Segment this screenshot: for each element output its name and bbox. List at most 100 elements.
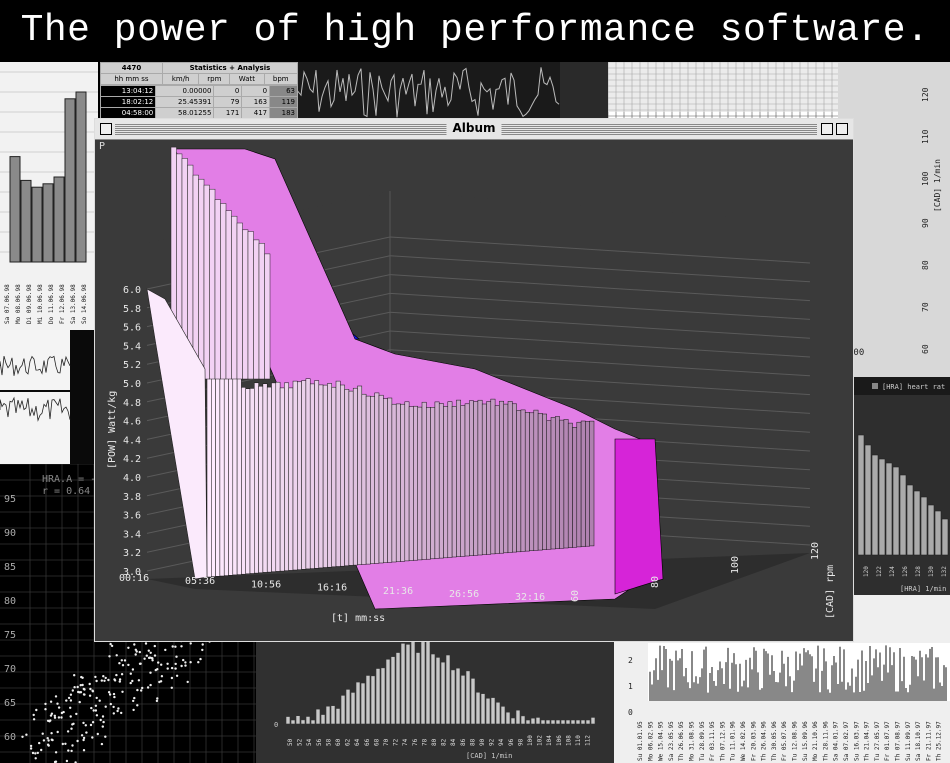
br-label: Th 07.08.97: [895, 721, 902, 761]
right-histogram: [HRA] heart rat 120 122 124 126 128 130 132 [H…: [854, 377, 950, 593]
album-ztick: 100: [730, 556, 741, 574]
album-xtick: 26:56: [449, 589, 479, 600]
bottom-hist-bar: [515, 709, 521, 725]
bottom-hist-bar: [385, 658, 391, 725]
bottom-hist-label: 94: [498, 738, 505, 746]
left-bar: [42, 183, 54, 263]
surface-strip: [550, 417, 556, 550]
surface-strip: [451, 406, 457, 558]
stats-cell: 163: [241, 96, 271, 108]
bottom-hist-label: 52: [297, 738, 304, 746]
right-hist-label: 128: [915, 566, 922, 577]
scatter-point: [121, 664, 125, 667]
surface-strip: [563, 419, 569, 549]
bottom-hist-bar: [560, 719, 566, 725]
album-xlabel: [t] mm:ss: [331, 613, 385, 624]
left-waveform-panel: [0, 330, 98, 464]
bottom-hist-bar: [360, 682, 366, 725]
surface-strip: [275, 381, 281, 572]
scatter-point: [79, 691, 83, 694]
scatter-point: [54, 751, 58, 754]
surface-strip: [370, 396, 375, 564]
album-ytick: 3.8: [123, 492, 141, 503]
br-label: Fr 03.11.95: [709, 721, 716, 761]
scatter-annotation-2: r = 0.64: [42, 486, 90, 497]
album-titlebar[interactable]: Album: [95, 119, 853, 140]
br-label: Fr 20.03.96: [750, 721, 757, 761]
scatter-point: [46, 743, 50, 746]
scatter-point: [56, 702, 59, 705]
surface-strip: [430, 407, 436, 560]
scatter-point: [51, 738, 54, 742]
br-label: Sa 23.05.95: [668, 721, 675, 761]
right-hist-bar: [892, 466, 900, 556]
scatter-point: [89, 687, 92, 691]
scatter-point: [101, 715, 105, 718]
scatter-point: [116, 709, 119, 713]
bottom-hist-bar: [350, 692, 356, 725]
surface-strip: [443, 406, 449, 559]
scatter-point: [75, 712, 78, 716]
scatter-point: [84, 724, 88, 727]
scatter-point: [49, 700, 53, 703]
scatter-point: [95, 696, 98, 700]
scatter-ytick: 75: [4, 630, 16, 641]
scatter-point: [131, 679, 134, 683]
scatter-point: [157, 661, 160, 664]
surface-strip: [365, 395, 371, 565]
scatter-point: [29, 744, 33, 748]
scatter-point: [139, 662, 142, 665]
zoom-box-icon[interactable]: [821, 123, 833, 135]
scatter-point: [66, 730, 70, 733]
br-label: Tu 12.08.96: [792, 721, 799, 761]
stats-cell: 119: [269, 96, 298, 108]
close-box-icon[interactable]: [100, 123, 112, 135]
right-hist-bar: [934, 510, 942, 556]
scatter-point: [133, 643, 136, 646]
right-hist-bar: [857, 434, 865, 556]
scatter-point: [129, 681, 132, 685]
bottom-hist-bar: [465, 670, 471, 725]
scatter-point: [171, 645, 174, 648]
bottom-hist-label: 86: [460, 738, 467, 746]
surface-strip: [387, 397, 393, 563]
left-bar-label: Sa 07.06.98: [4, 284, 11, 324]
br-label: Sa 04.01.97: [833, 721, 840, 761]
bottom-hist-bar: [525, 719, 531, 725]
right-hist-label: 126: [902, 566, 909, 577]
surface-strip: [567, 422, 573, 548]
surface-strip: [352, 387, 358, 566]
bottom-hist-bar: [535, 717, 541, 725]
scatter-point: [201, 643, 204, 646]
scatter-point: [113, 678, 116, 681]
scatter-point: [82, 687, 86, 691]
scatter-point: [170, 686, 173, 689]
scatter-point: [71, 723, 74, 726]
stats-id: 4470: [100, 62, 163, 74]
surface-strip: [258, 385, 264, 574]
scatter-point: [112, 705, 115, 709]
surface-strip: [301, 380, 307, 570]
collapse-box-icon[interactable]: [836, 123, 848, 135]
bottom-hist-label: 70: [383, 738, 390, 746]
stats-cell: 13:04:12: [99, 85, 157, 97]
bottom-histogram: 0 50 52 54 56 58 60 62 64 66 68 70 72 74 76 78 80 82 84 86…: [274, 642, 596, 760]
right-hist-label: 120: [863, 566, 870, 577]
scatter-point: [70, 749, 73, 753]
bottom-hist-bar: [570, 719, 576, 725]
br-label: Th 28.11.96: [822, 721, 829, 761]
scatter-point: [44, 702, 47, 706]
left-bar: [9, 156, 21, 263]
album-window[interactable]: Album P 3.0 3.2 3.4 3.6 3.8 4.0 4.2 4.4 4.6 4.8 5.…: [94, 118, 854, 642]
album-xtick: 16:16: [317, 583, 347, 594]
surface-strip: [271, 382, 277, 572]
surface-strip: [340, 384, 345, 567]
dark-filler-top: [560, 62, 608, 122]
bottom-hist-bar: [505, 711, 511, 725]
bottom-hist-label: 80: [431, 738, 438, 746]
bottom-hist-bar: [375, 668, 381, 725]
scatter-point: [136, 704, 139, 707]
bottom-hist-label: 82: [441, 738, 448, 746]
scatter-point: [25, 733, 28, 736]
scatter-point: [56, 730, 59, 734]
